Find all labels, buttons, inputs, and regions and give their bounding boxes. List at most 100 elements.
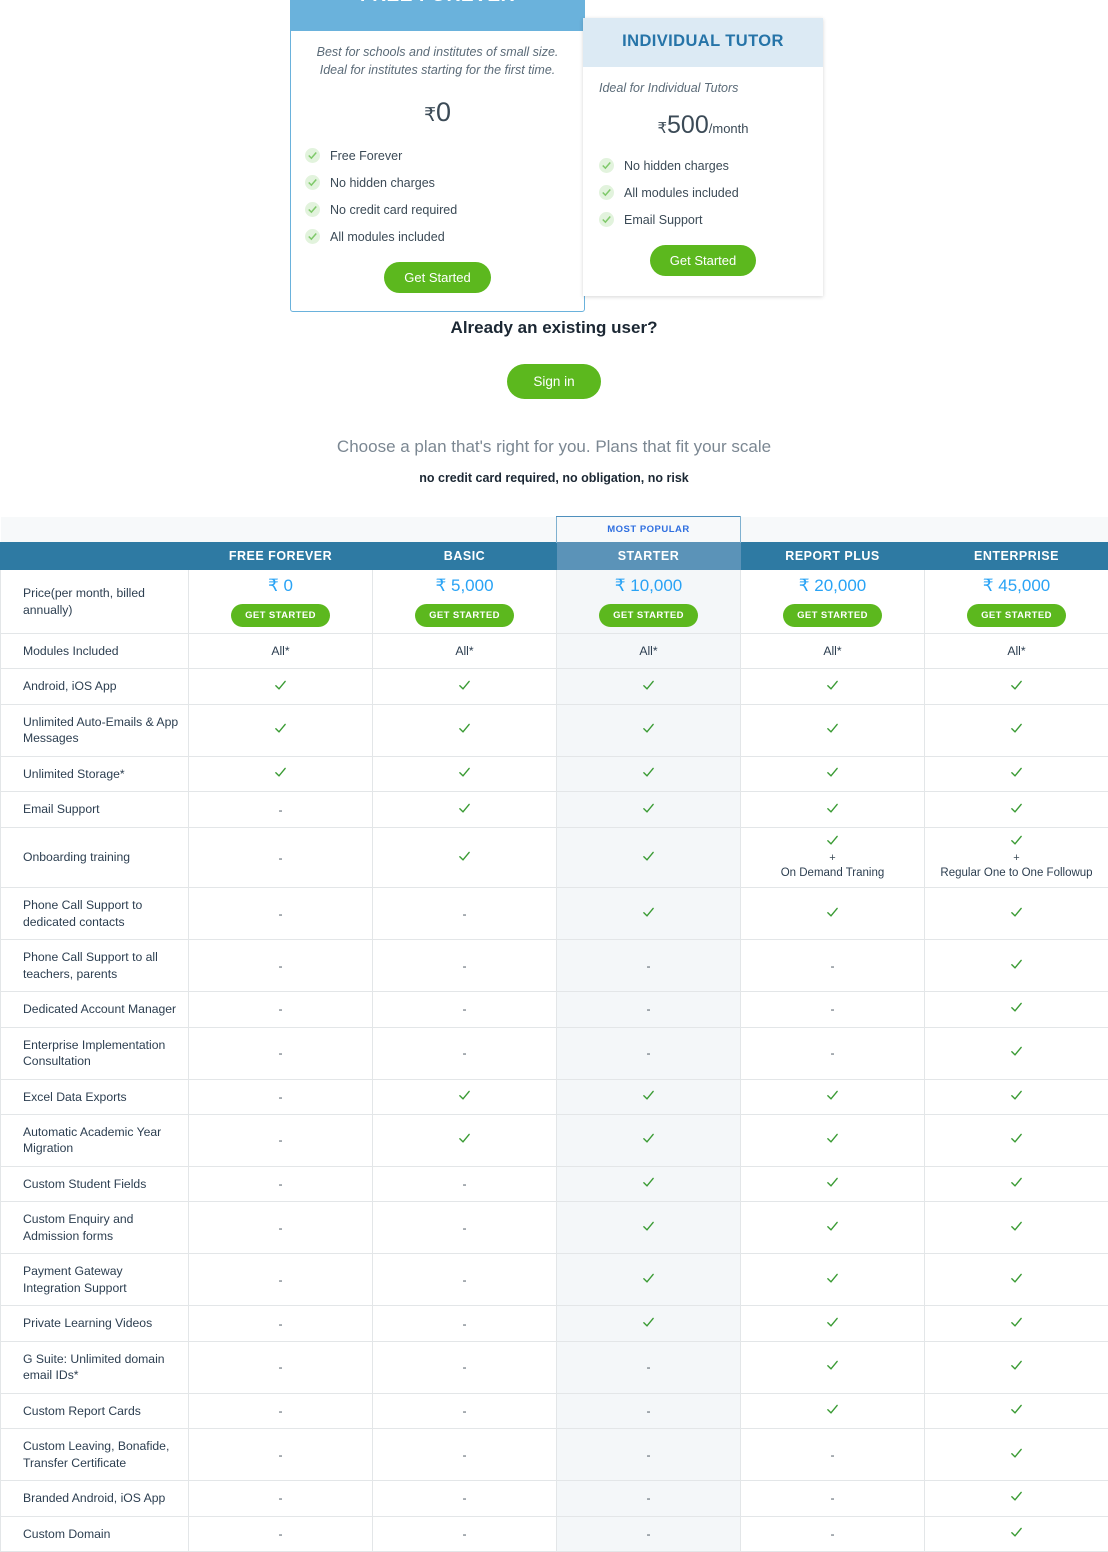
cell-excluded: - bbox=[373, 1027, 557, 1079]
cell-included bbox=[925, 1306, 1108, 1341]
table-row: Phone Call Support to dedicated contacts… bbox=[1, 888, 1108, 940]
row-label: Phone Call Support to dedicated contacts bbox=[1, 888, 189, 940]
check-icon bbox=[274, 768, 287, 782]
cell-excluded: - bbox=[557, 1341, 741, 1393]
cell-extra-note: Regular One to One Followup bbox=[929, 866, 1104, 881]
individual-tutor-get-started-button[interactable]: Get Started bbox=[650, 245, 756, 276]
cell-included bbox=[189, 756, 373, 791]
cell-included bbox=[925, 1341, 1108, 1393]
check-icon bbox=[458, 768, 471, 782]
cell-included bbox=[925, 1429, 1108, 1481]
check-icon bbox=[1010, 960, 1023, 974]
cell-excluded: - bbox=[741, 992, 925, 1027]
cell-included bbox=[557, 1254, 741, 1306]
table-row: Branded Android, iOS App---- bbox=[1, 1481, 1108, 1516]
most-popular-spacer bbox=[925, 517, 1108, 543]
get-started-button[interactable]: GET STARTED bbox=[967, 604, 1066, 627]
plan-header-row: FREE FOREVERBASICSTARTERREPORT PLUSENTER… bbox=[1, 543, 1108, 570]
table-row: Custom Student Fields-- bbox=[1, 1166, 1108, 1201]
free-forever-price-value: 0 bbox=[436, 97, 451, 127]
check-icon bbox=[1010, 1003, 1023, 1017]
check-icon bbox=[1010, 1361, 1023, 1375]
free-forever-cta-row: Get Started bbox=[305, 250, 570, 293]
table-row: Phone Call Support to all teachers, pare… bbox=[1, 940, 1108, 992]
cell-included bbox=[557, 756, 741, 791]
cell-excluded: - bbox=[373, 1516, 557, 1551]
get-started-button[interactable]: GET STARTED bbox=[599, 604, 698, 627]
cell-included bbox=[741, 1393, 925, 1428]
table-head: MOST POPULAR FREE FOREVERBASICSTARTERREP… bbox=[1, 517, 1108, 570]
feature-label: No hidden charges bbox=[624, 159, 729, 173]
cell-included bbox=[373, 704, 557, 756]
plan-comparison-table: MOST POPULAR FREE FOREVERBASICSTARTERREP… bbox=[0, 516, 1108, 1552]
cell-included bbox=[373, 1115, 557, 1167]
row-label: Private Learning Videos bbox=[1, 1306, 189, 1341]
check-icon bbox=[826, 1091, 839, 1105]
cell-excluded: - bbox=[189, 1115, 373, 1167]
free-forever-card: FREE FOREVER Best for schools and instit… bbox=[290, 0, 585, 312]
free-forever-card-title: FREE FOREVER bbox=[291, 0, 584, 31]
row-label: Custom Domain bbox=[1, 1516, 189, 1551]
check-circle-icon bbox=[599, 212, 614, 227]
check-icon bbox=[642, 1091, 655, 1105]
check-icon bbox=[1010, 681, 1023, 695]
check-circle-icon bbox=[599, 158, 614, 173]
pricing-cards-section: FREE FOREVER Best for schools and instit… bbox=[0, 0, 1108, 300]
check-icon bbox=[1010, 1047, 1023, 1061]
table-row: Automatic Academic Year Migration- bbox=[1, 1115, 1108, 1167]
check-icon bbox=[458, 804, 471, 818]
row-label-price: Price(per month, billed annually) bbox=[1, 570, 189, 634]
table-row: Unlimited Storage* bbox=[1, 756, 1108, 791]
sign-in-button[interactable]: Sign in bbox=[507, 364, 600, 399]
price-cell: ₹ 20,000GET STARTED bbox=[741, 570, 925, 634]
cell-included bbox=[741, 1306, 925, 1341]
cell-excluded: - bbox=[557, 1516, 741, 1551]
get-started-button[interactable]: GET STARTED bbox=[415, 604, 514, 627]
check-icon bbox=[826, 1318, 839, 1332]
cell-excluded: - bbox=[189, 1341, 373, 1393]
list-item: No credit card required bbox=[305, 196, 570, 223]
list-item: Free Forever bbox=[305, 142, 570, 169]
plan-header-report-plus: REPORT PLUS bbox=[741, 543, 925, 570]
check-icon bbox=[1010, 804, 1023, 818]
cell-excluded: - bbox=[373, 992, 557, 1027]
cell-included bbox=[925, 1027, 1108, 1079]
price-value: ₹ 5,000 bbox=[377, 576, 552, 604]
row-label: Payment Gateway Integration Support bbox=[1, 1254, 189, 1306]
cell-included bbox=[557, 704, 741, 756]
table-row: Android, iOS App bbox=[1, 669, 1108, 704]
table-row: Email Support- bbox=[1, 792, 1108, 827]
get-started-button[interactable]: GET STARTED bbox=[783, 604, 882, 627]
cell-excluded: - bbox=[557, 1429, 741, 1481]
cell-excluded: - bbox=[373, 1254, 557, 1306]
get-started-button[interactable]: GET STARTED bbox=[231, 604, 330, 627]
check-circle-icon bbox=[305, 202, 320, 217]
cell-excluded: - bbox=[741, 1481, 925, 1516]
cell-excluded: - bbox=[557, 1393, 741, 1428]
check-circle-icon bbox=[305, 175, 320, 190]
price-value: ₹ 0 bbox=[193, 576, 368, 604]
cell-included bbox=[741, 792, 925, 827]
price-value: ₹ 10,000 bbox=[561, 576, 736, 604]
cell-included bbox=[557, 792, 741, 827]
table-row: Private Learning Videos-- bbox=[1, 1306, 1108, 1341]
row-label: Email Support bbox=[1, 792, 189, 827]
cell-included bbox=[373, 827, 557, 887]
cell-included bbox=[741, 704, 925, 756]
free-forever-get-started-button[interactable]: Get Started bbox=[384, 262, 490, 293]
most-popular-spacer bbox=[373, 517, 557, 543]
list-item: No hidden charges bbox=[599, 152, 807, 179]
cell-included bbox=[741, 1202, 925, 1254]
check-icon bbox=[458, 681, 471, 695]
check-icon bbox=[1010, 1178, 1023, 1192]
cell-excluded: - bbox=[189, 827, 373, 887]
price-cell: ₹ 5,000GET STARTED bbox=[373, 570, 557, 634]
cell-included bbox=[557, 669, 741, 704]
check-icon bbox=[642, 681, 655, 695]
row-label: Excel Data Exports bbox=[1, 1079, 189, 1114]
cell-included bbox=[741, 1254, 925, 1306]
table-row: Onboarding training-+On Demand Traning+R… bbox=[1, 827, 1108, 887]
row-label: Custom Report Cards bbox=[1, 1393, 189, 1428]
table-row: G Suite: Unlimited domain email IDs*--- bbox=[1, 1341, 1108, 1393]
cell-included bbox=[741, 1079, 925, 1114]
